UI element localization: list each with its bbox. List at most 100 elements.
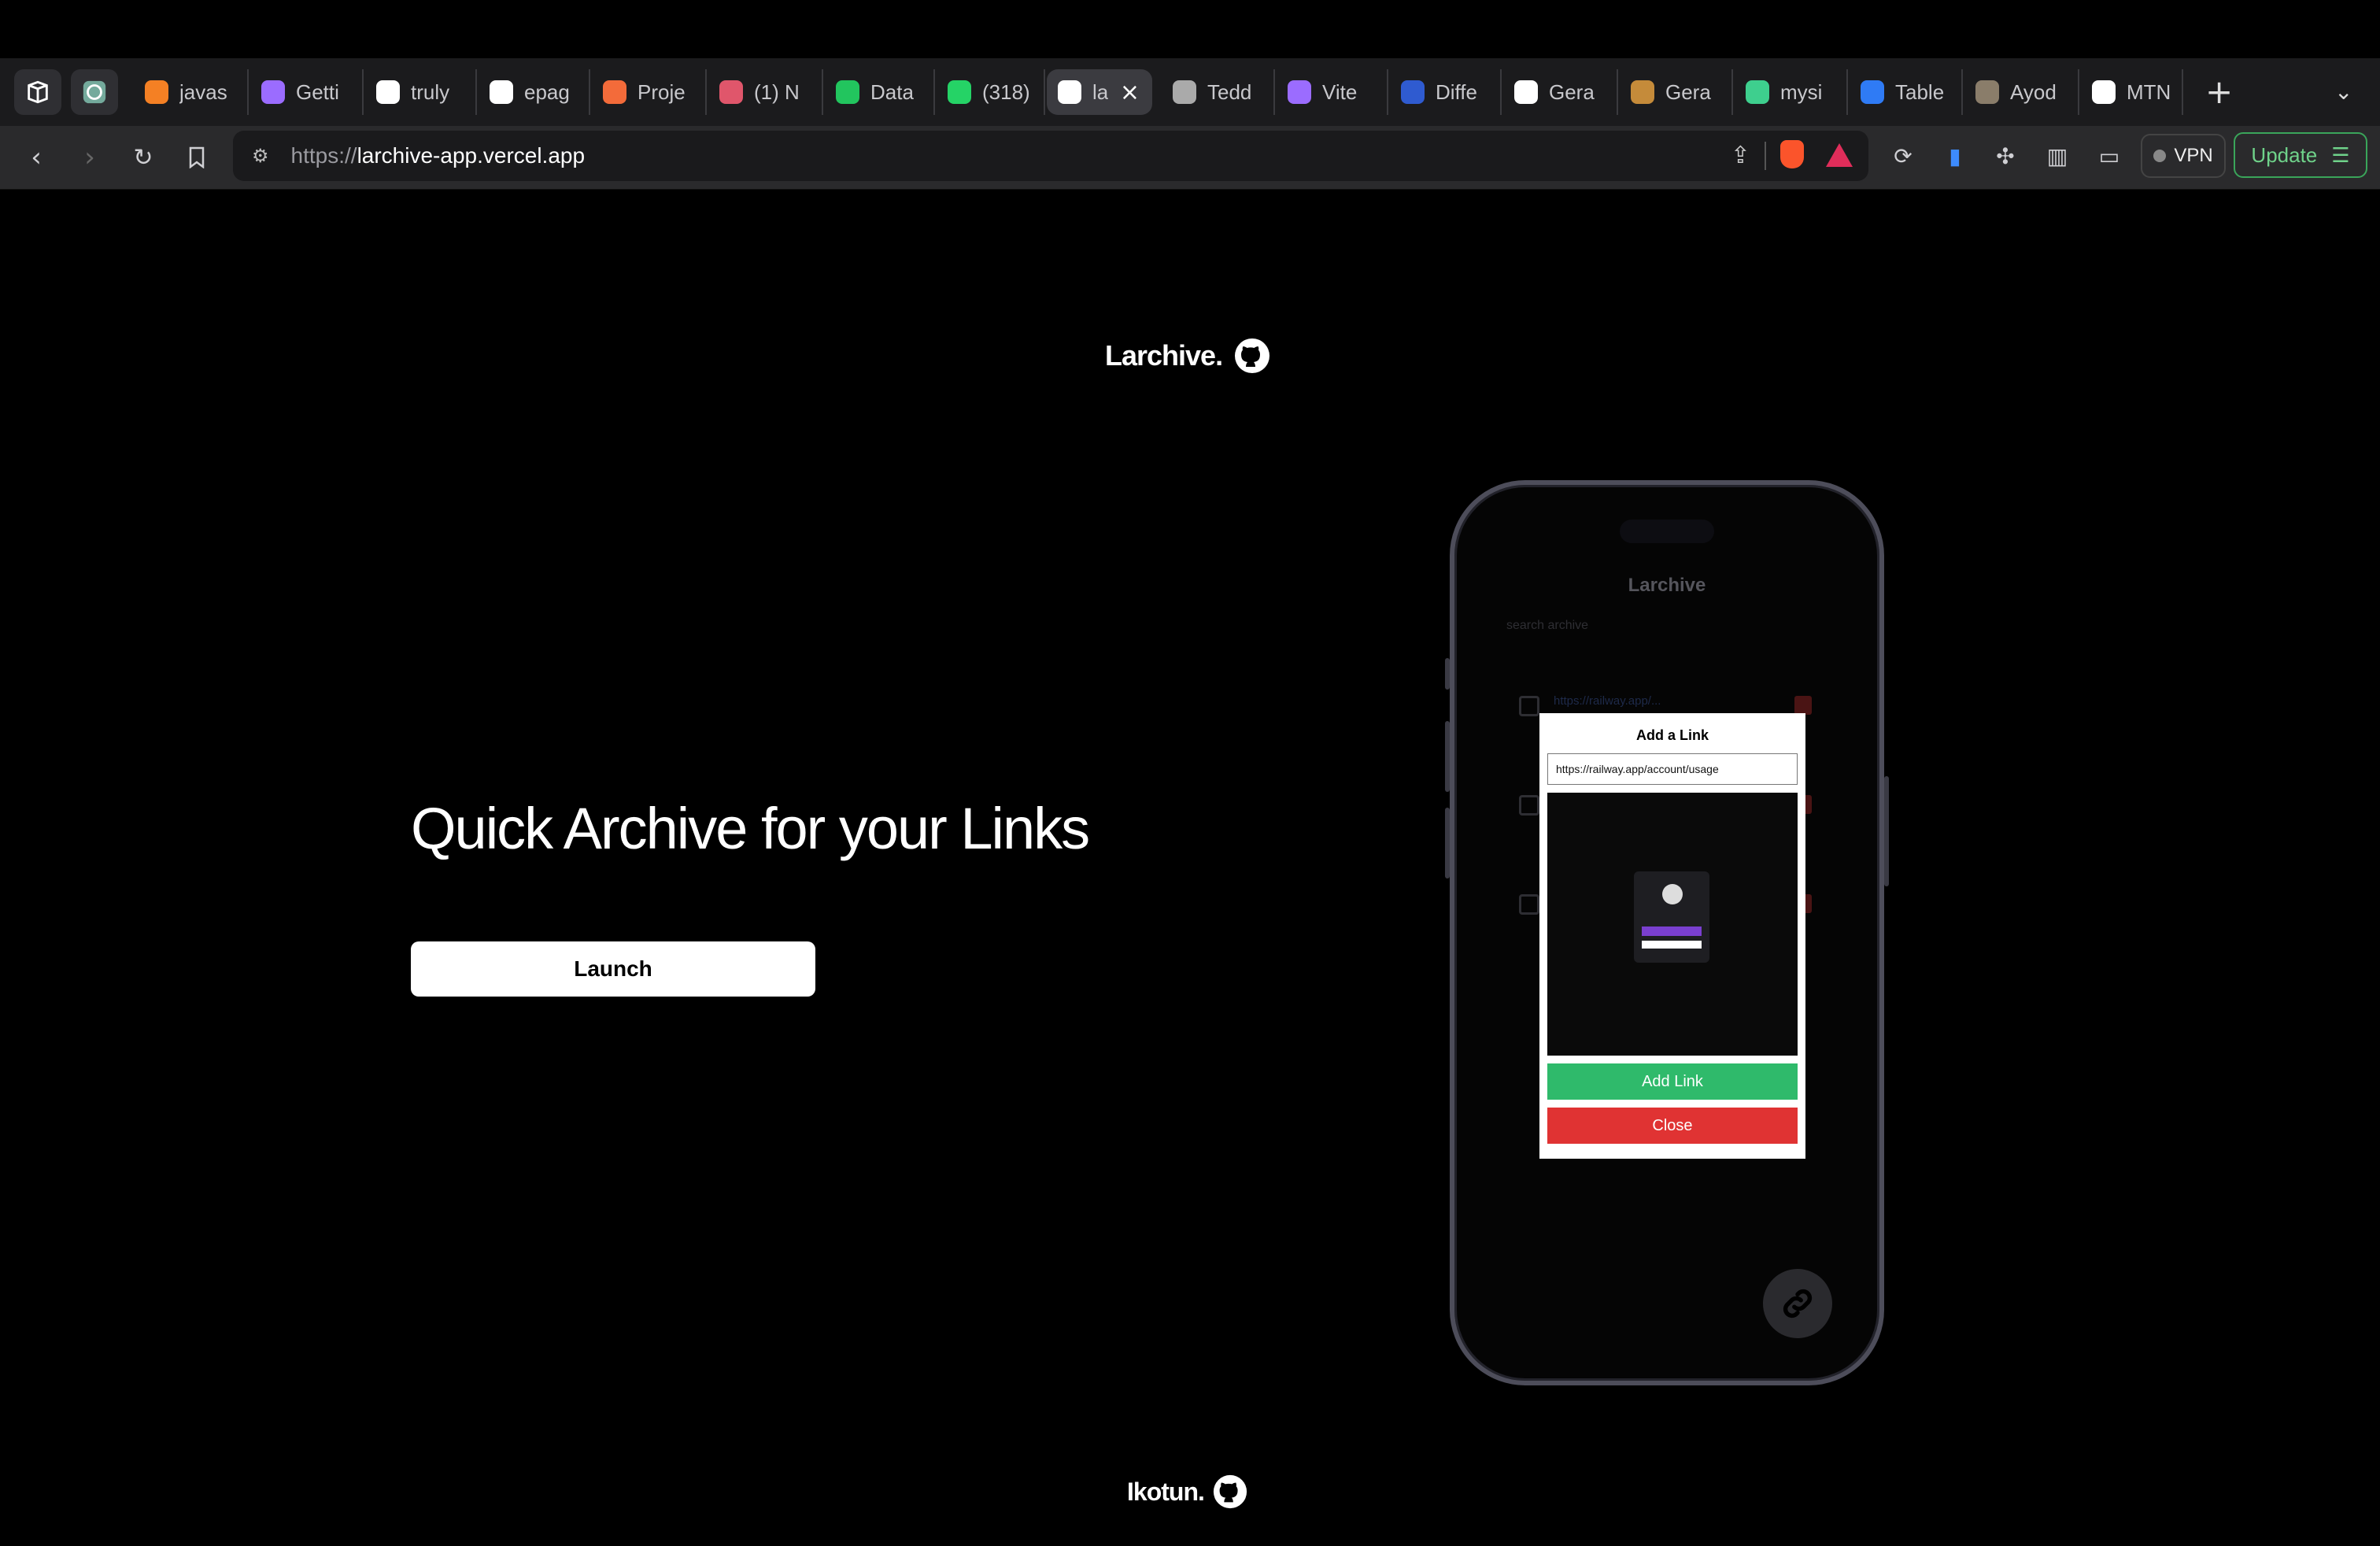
sidebar-icon[interactable]: ▥ — [2042, 140, 2073, 172]
chatgpt-icon — [83, 80, 106, 104]
tab-label: truly — [411, 80, 450, 104]
tab-label: Gera — [1549, 80, 1595, 104]
circle-icon — [603, 80, 626, 104]
browser-tab[interactable]: Table — [1850, 69, 1963, 115]
launch-button[interactable]: Launch — [411, 941, 815, 997]
dynamic-island — [1620, 520, 1714, 543]
external-link-icon — [1519, 795, 1539, 816]
browser-tab[interactable]: truly — [365, 69, 477, 115]
hamburger-menu-icon: ☰ — [2331, 142, 2350, 167]
photo-icon — [1975, 80, 1999, 104]
browser-tab[interactable]: la × — [1047, 69, 1152, 115]
tab-label: mysi — [1780, 80, 1823, 104]
browser-tab[interactable]: Ayod — [1964, 69, 2079, 115]
tab-list-chevron-icon[interactable]: ⌄ — [2334, 79, 2352, 105]
app-title: Larchive — [1628, 575, 1706, 596]
reader-icon[interactable]: ▮ — [1939, 140, 1971, 172]
url-prefix: https:// — [290, 143, 357, 168]
footer-name: Ikotun. — [1127, 1477, 1205, 1506]
tab-label: MTN — [2127, 80, 2171, 104]
larchive-icon — [1058, 80, 1081, 104]
link-icon — [1783, 1289, 1813, 1319]
pinned-tab-larchive[interactable] — [14, 69, 61, 115]
bookmark-icon — [189, 146, 205, 168]
browser-tab[interactable]: mysi — [1735, 69, 1848, 115]
tab-label: Tedd — [1207, 80, 1252, 104]
g-icon — [1514, 80, 1538, 104]
tab-label: Data — [870, 80, 914, 104]
reload-button[interactable]: ↻ — [126, 140, 161, 175]
browser-tab[interactable]: MTN — [2081, 69, 2183, 115]
v-icon — [1746, 80, 1769, 104]
browser-tab[interactable]: epag — [479, 69, 590, 115]
site-settings-icon[interactable]: ⚙ — [252, 145, 269, 167]
tab-label: javas — [179, 80, 227, 104]
extensions-icon[interactable]: ✣ — [1990, 140, 2021, 172]
tab-label: Vite — [1322, 80, 1358, 104]
share-icon[interactable]: ⇪ — [1731, 142, 1750, 169]
url-host: larchive-app.vercel.app — [357, 143, 586, 168]
box-icon — [28, 80, 48, 104]
brand-name: Larchive. — [1105, 339, 1223, 372]
tab-label: (318) — [982, 80, 1030, 104]
tab-label: Getti — [296, 80, 339, 104]
archived-link: https://railway.app/... — [1554, 694, 1661, 708]
vpn-status-icon — [2153, 150, 2167, 162]
browser-tab[interactable]: javas — [134, 69, 249, 115]
wallet-icon[interactable]: ▭ — [2094, 140, 2125, 172]
update-button[interactable]: Update ☰ — [2234, 132, 2367, 178]
divider — [1765, 142, 1766, 170]
pinned-tab-chatgpt[interactable] — [71, 69, 118, 115]
mtn-icon — [2092, 80, 2116, 104]
browser-tab[interactable]: Gera — [1620, 69, 1733, 115]
new-tab-button[interactable]: + — [2205, 72, 2233, 112]
browser-tab[interactable]: Proje — [592, 69, 707, 115]
browser-tab[interactable]: (318) — [937, 69, 1045, 115]
browser-tab[interactable]: Tedd — [1162, 69, 1275, 115]
sync-icon[interactable]: ⟳ — [1887, 140, 1919, 172]
github-icon[interactable] — [1233, 337, 1271, 375]
browser-tab[interactable]: (1) N — [708, 69, 823, 115]
github-icon — [490, 80, 513, 104]
tab-label: Proje — [638, 80, 686, 104]
stackoverflow-icon — [145, 80, 168, 104]
preview-button-shape — [1642, 926, 1702, 936]
bookmark-button[interactable] — [179, 140, 214, 175]
github-icon[interactable] — [1212, 1474, 1248, 1510]
browser-tab[interactable]: Diffe — [1390, 69, 1502, 115]
browser-tab[interactable]: Gera — [1503, 69, 1618, 115]
add-link-modal: Add a Link https://railway.app/account/u… — [1539, 713, 1805, 1159]
phone-volume-down — [1445, 808, 1450, 878]
forward-button[interactable]: › — [72, 140, 107, 175]
close-button: Close — [1547, 1108, 1798, 1144]
title-strip — [0, 0, 2380, 58]
address-bar[interactable]: ⚙ https://larchive-app.vercel.app ⇪ — [233, 131, 1868, 181]
browser-tab[interactable]: Data — [825, 69, 935, 115]
url-text[interactable]: https://larchive-app.vercel.app — [291, 143, 586, 168]
external-link-icon — [1519, 696, 1539, 716]
leaf-icon — [836, 80, 859, 104]
close-tab-icon[interactable]: × — [1120, 79, 1140, 106]
github-icon — [376, 80, 400, 104]
preview-button-shape — [1642, 941, 1702, 949]
tab-label: (1) N — [754, 80, 800, 104]
vpn-button[interactable]: VPN — [2141, 134, 2226, 178]
update-label: Update — [2251, 142, 2318, 167]
tab-label: epag — [524, 80, 570, 104]
brand-header: Larchive. — [1105, 337, 1271, 375]
vite-icon — [1288, 80, 1311, 104]
play-icon — [719, 80, 743, 104]
phone-volume-up — [1445, 721, 1450, 792]
add-link-button: Add Link — [1547, 1063, 1798, 1100]
footer-credit: Ikotun. — [1127, 1474, 1248, 1510]
preview-thumbnail — [1634, 871, 1709, 963]
tab-label: la — [1092, 80, 1109, 104]
browser-tab[interactable]: Vite — [1277, 69, 1388, 115]
brave-shield-icon[interactable] — [1780, 140, 1804, 168]
external-link-icon — [1519, 894, 1539, 915]
back-button[interactable]: ‹ — [19, 140, 54, 175]
browser-tab[interactable]: Getti — [250, 69, 364, 115]
trash-icon — [1794, 696, 1812, 715]
tab-label: Diffe — [1436, 80, 1477, 104]
brave-rewards-icon[interactable] — [1826, 143, 1853, 167]
